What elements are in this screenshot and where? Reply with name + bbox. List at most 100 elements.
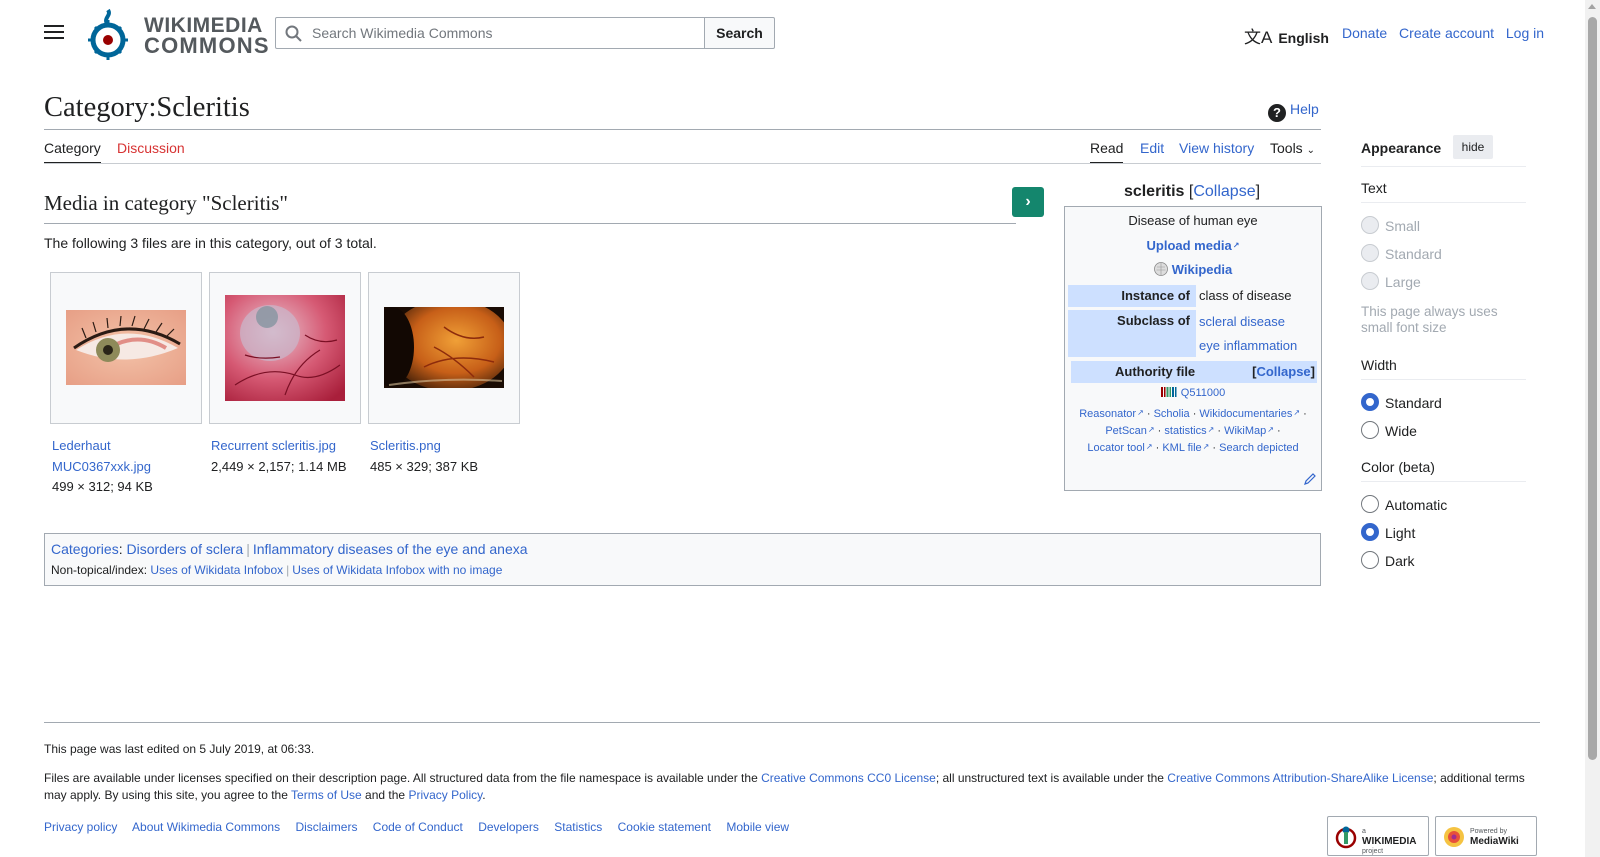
scroll-up-arrow-icon[interactable] <box>1588 4 1596 9</box>
color-light-radio[interactable] <box>1361 523 1379 541</box>
license-text-part: and the <box>361 788 409 802</box>
search-form: Search <box>275 17 775 49</box>
tab-category[interactable]: Category <box>44 140 101 164</box>
wikimedia-commons-logo[interactable]: WIKIMEDIA COMMONS <box>88 8 269 60</box>
tab-read[interactable]: Read <box>1090 140 1124 164</box>
width-wide-radio[interactable] <box>1361 421 1379 439</box>
file-link[interactable]: Lederhaut MUC0367xxk.jpg <box>52 438 151 474</box>
color-automatic-label: Automatic <box>1385 497 1448 513</box>
search-button[interactable]: Search <box>704 17 775 49</box>
upload-media-link[interactable]: Upload media <box>1147 238 1240 253</box>
locator-tool-link[interactable]: Locator tool <box>1087 442 1152 454</box>
category-link-inflammatory-diseases[interactable]: Inflammatory diseases of the eye and ane… <box>253 541 528 557</box>
category-links: Categories: Disorders of sclera | Inflamma… <box>44 533 1321 586</box>
category-link-uses-of-wikidata-infobox-no-image[interactable]: Uses of Wikidata Infobox with no image <box>292 563 502 577</box>
infobox-collapse-link[interactable]: Collapse <box>1193 183 1255 200</box>
chevron-down-icon: ⌄ <box>1306 145 1315 156</box>
tab-view-history[interactable]: View history <box>1179 140 1254 164</box>
tab-tools[interactable]: Tools ⌄ <box>1270 140 1315 164</box>
kml-file-link[interactable]: KML file <box>1162 442 1209 454</box>
category-link-disorders-of-sclera[interactable]: Disorders of sclera <box>126 541 243 557</box>
edit-pencil-icon[interactable] <box>1303 472 1317 486</box>
hide-appearance-button[interactable]: hide <box>1453 135 1493 159</box>
wikimap-link[interactable]: WikiMap <box>1224 425 1274 437</box>
subclass-of-label: Subclass of <box>1068 310 1196 357</box>
file-link[interactable]: Scleritis.png <box>370 438 441 453</box>
footer-about-link[interactable]: About Wikimedia Commons <box>132 820 280 834</box>
scrollbar[interactable] <box>1585 0 1600 857</box>
text-small-radio[interactable] <box>1361 216 1379 234</box>
tab-discussion[interactable]: Discussion <box>117 140 185 164</box>
next-arrow-button[interactable]: › <box>1012 187 1044 217</box>
tab-edit[interactable]: Edit <box>1140 140 1164 164</box>
scrollbar-thumb[interactable] <box>1588 17 1597 760</box>
category-link-uses-of-wikidata-infobox[interactable]: Uses of Wikidata Infobox <box>150 563 283 577</box>
text-large-radio[interactable] <box>1361 272 1379 290</box>
wikidata-qid-link[interactable]: Q511000 <box>1181 387 1225 399</box>
color-dark-radio[interactable] <box>1361 551 1379 569</box>
eye-inflammation-link[interactable]: eye inflammation <box>1199 338 1297 353</box>
tools-label: Tools <box>1270 140 1303 156</box>
footer-privacy-policy-link[interactable]: Privacy policy <box>44 820 117 834</box>
search-input[interactable] <box>310 21 700 45</box>
footer-mobile-view-link[interactable]: Mobile view <box>726 820 789 834</box>
reasonator-link[interactable]: Reasonator <box>1079 408 1144 420</box>
text-size-note: This page always uses small font size <box>1361 304 1498 335</box>
license-text-part: ; all unstructured text is available und… <box>935 771 1168 785</box>
privacy-policy-inline-link[interactable]: Privacy Policy <box>408 788 482 802</box>
text-standard-label: Standard <box>1385 246 1442 262</box>
license-text-part: Files are available under licenses speci… <box>44 771 762 785</box>
wikimedia-project-badge[interactable]: a WIKIMEDIA project <box>1327 816 1429 856</box>
search-depicted-link[interactable]: Search depicted <box>1219 442 1299 454</box>
authority-collapse-link[interactable]: Collapse <box>1256 364 1310 379</box>
statistics-link[interactable]: statistics <box>1164 425 1214 437</box>
petscan-link[interactable]: PetScan <box>1105 425 1154 437</box>
footer-cookie-statement-link[interactable]: Cookie statement <box>618 820 711 834</box>
terms-of-use-link[interactable]: Terms of Use <box>291 788 362 802</box>
eye-thumbnail-2[interactable] <box>225 295 345 401</box>
scleral-disease-link[interactable]: scleral disease <box>1199 314 1285 329</box>
wikipedia-link[interactable]: Wikipedia <box>1172 262 1233 277</box>
text-standard-radio[interactable] <box>1361 244 1379 262</box>
powered-by-mediawiki-badge[interactable]: Powered by MediaWiki <box>1435 816 1537 856</box>
commons-logo-icon <box>88 8 128 60</box>
text-divider <box>1361 202 1526 203</box>
eye-thumbnail-1[interactable] <box>66 310 186 385</box>
width-standard-radio[interactable] <box>1361 393 1379 411</box>
gallery-caption: Recurrent scleritis.jpg 2,449 × 2,157; 1… <box>211 436 363 477</box>
footer-disclaimers-link[interactable]: Disclaimers <box>295 820 357 834</box>
file-meta: 485 × 329; 387 KB <box>370 458 479 474</box>
badge-sub-text: project <box>1362 848 1384 855</box>
donate-link[interactable]: Donate <box>1342 25 1387 41</box>
eye-thumbnail-3[interactable] <box>384 307 504 388</box>
footer-code-of-conduct-link[interactable]: Code of Conduct <box>373 820 463 834</box>
categories-link[interactable]: Categories <box>51 541 119 557</box>
file-name-part-1: Lederhaut <box>52 438 111 453</box>
gallery-thumb-box <box>368 272 520 424</box>
file-name-part-2: MUC0367xxk.jpg <box>52 458 151 474</box>
infobox-title: scleritis [Collapse] <box>1123 183 1261 200</box>
wikidocumentaries-link[interactable]: Wikidocumentaries <box>1199 408 1300 420</box>
footer-statistics-link[interactable]: Statistics <box>554 820 602 834</box>
color-heading: Color (beta) <box>1361 459 1435 475</box>
text-small-label: Small <box>1385 218 1421 234</box>
cc0-license-link[interactable]: Creative Commons CC0 License <box>761 771 936 785</box>
text-size-heading: Text <box>1361 180 1387 196</box>
log-in-link[interactable]: Log in <box>1506 25 1544 41</box>
color-automatic-radio[interactable] <box>1361 495 1379 513</box>
wikipedia-row: Wikipedia <box>1065 262 1321 277</box>
create-account-link[interactable]: Create account <box>1399 25 1494 41</box>
width-wide-label: Wide <box>1385 423 1417 439</box>
site-header: WIKIMEDIA COMMONS Search 文A English Donat… <box>0 0 1568 66</box>
cc-by-sa-license-link[interactable]: Creative Commons Attribution-ShareAlike … <box>1167 771 1433 785</box>
wikidata-icon <box>1160 387 1177 397</box>
appearance-title: Appearance <box>1361 140 1442 156</box>
wikipedia-globe-icon <box>1153 262 1168 276</box>
help-link[interactable]: ? Help <box>1268 101 1319 122</box>
scholia-link[interactable]: Scholia <box>1154 408 1190 420</box>
file-link[interactable]: Recurrent scleritis.jpg <box>211 438 336 453</box>
language-selector[interactable]: 文A English <box>1244 23 1329 48</box>
logo-line-2: COMMONS <box>144 33 270 58</box>
main-menu-icon[interactable] <box>40 20 68 46</box>
footer-developers-link[interactable]: Developers <box>478 820 539 834</box>
